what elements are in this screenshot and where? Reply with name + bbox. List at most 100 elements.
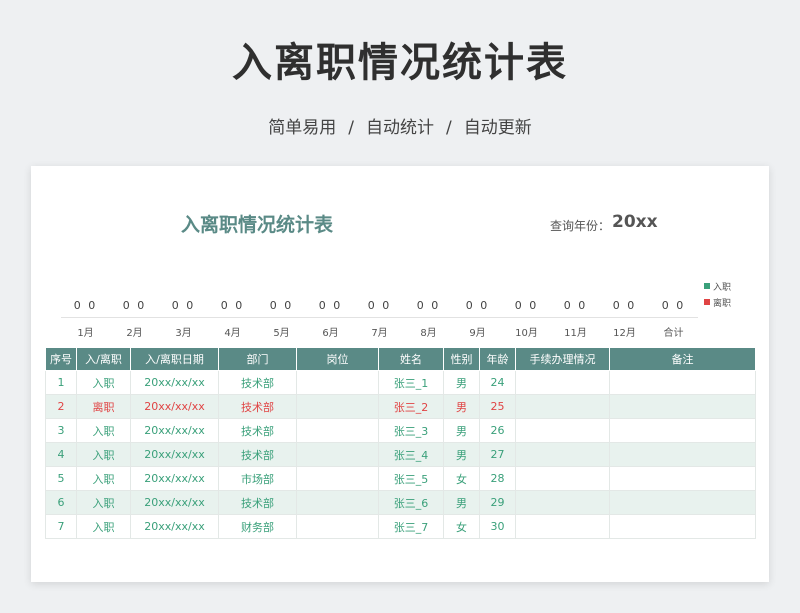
cell-post[interactable] [296,418,379,443]
header-gender: 性别 [443,348,480,371]
cell-post[interactable] [296,514,379,539]
cell-post[interactable] [296,466,379,491]
cell-type[interactable]: 入职 [76,370,131,395]
cell-name[interactable]: 张三_3 [378,418,444,443]
cell-date[interactable]: 20xx/xx/xx [130,418,219,443]
cell-post[interactable] [296,370,379,395]
cell-no[interactable]: 6 [45,490,77,515]
cell-age[interactable]: 30 [479,514,516,539]
legend-item-join: 入职 [704,278,731,294]
cell-procedure[interactable] [515,442,610,467]
summary-column: 0 0 1月 [61,296,110,340]
summary-values: 0 0 [514,299,539,312]
cell-gender[interactable]: 女 [443,514,480,539]
cell-note[interactable] [609,442,756,467]
hero-title: 入离职情况统计表 [232,40,568,86]
cell-name[interactable]: 张三_5 [378,466,444,491]
cell-name[interactable]: 张三_6 [378,490,444,515]
cell-age[interactable]: 29 [479,490,516,515]
cell-gender[interactable]: 男 [443,370,480,395]
cell-note[interactable] [609,490,756,515]
cell-date[interactable]: 20xx/xx/xx [130,394,219,419]
cell-procedure[interactable] [515,394,610,419]
cell-no[interactable]: 3 [45,418,77,443]
cell-procedure[interactable] [515,514,610,539]
cell-procedure[interactable] [515,490,610,515]
cell-type[interactable]: 入职 [76,514,131,539]
cell-note[interactable] [609,418,756,443]
cell-gender[interactable]: 男 [443,490,480,515]
cell-name[interactable]: 张三_4 [378,442,444,467]
summary-divider [502,317,551,318]
records-table: 序号 入/离职 入/离职日期 部门 岗位 姓名 性别 年龄 手续办理情况 备注 … [45,348,756,539]
cell-post[interactable] [296,442,379,467]
cell-note[interactable] [609,466,756,491]
cell-age[interactable]: 24 [479,370,516,395]
cell-no[interactable]: 1 [45,370,77,395]
summary-divider [551,317,600,318]
cell-post[interactable] [296,394,379,419]
summary-divider [257,317,306,318]
hero-tagline: 简单易用 / 自动统计 / 自动更新 [0,113,800,138]
summary-month-label: 2月 [126,328,143,339]
legend-swatch-join [704,283,710,289]
cell-dept[interactable]: 技术部 [218,418,297,443]
cell-no[interactable]: 4 [45,442,77,467]
summary-divider [110,317,159,318]
cell-note[interactable] [609,394,756,419]
header-procedure: 手续办理情况 [515,348,610,371]
cell-date[interactable]: 20xx/xx/xx [130,442,219,467]
cell-note[interactable] [609,514,756,539]
summary-column: 0 0 8月 [404,296,453,340]
cell-age[interactable]: 26 [479,418,516,443]
summary-month-label: 合计 [663,328,684,339]
cell-procedure[interactable] [515,466,610,491]
cell-name[interactable]: 张三_1 [378,370,444,395]
cell-dept[interactable]: 市场部 [218,466,297,491]
cell-no[interactable]: 5 [45,466,77,491]
cell-date[interactable]: 20xx/xx/xx [130,466,219,491]
cell-age[interactable]: 27 [479,442,516,467]
cell-type[interactable]: 离职 [76,394,131,419]
cell-dept[interactable]: 技术部 [218,394,297,419]
summary-values: 0 0 [318,299,343,312]
cell-age[interactable]: 25 [479,394,516,419]
cell-gender[interactable]: 男 [443,442,480,467]
cell-post[interactable] [296,490,379,515]
summary-divider [306,317,355,318]
cell-no[interactable]: 2 [45,394,77,419]
legend-label-join: 入职 [713,282,732,293]
summary-month-label: 4月 [224,328,241,339]
cell-dept[interactable]: 技术部 [218,490,297,515]
cell-gender[interactable]: 女 [443,466,480,491]
cell-date[interactable]: 20xx/xx/xx [130,490,219,515]
cell-type[interactable]: 入职 [76,418,131,443]
table-row: 1 入职 20xx/xx/xx 技术部 张三_1 男 24 [45,370,756,395]
cell-date[interactable]: 20xx/xx/xx [130,370,219,395]
summary-month-label: 5月 [273,328,290,339]
cell-type[interactable]: 入职 [76,442,131,467]
cell-age[interactable]: 28 [479,466,516,491]
cell-procedure[interactable] [515,370,610,395]
summary-column: 0 0 12月 [600,296,649,340]
summary-values: 0 0 [661,299,686,312]
summary-column: 0 0 5月 [257,296,306,340]
cell-no[interactable]: 7 [45,514,77,539]
cell-dept[interactable]: 技术部 [218,442,297,467]
cell-type[interactable]: 入职 [76,490,131,515]
cell-name[interactable]: 张三_2 [378,394,444,419]
cell-procedure[interactable] [515,418,610,443]
cell-gender[interactable]: 男 [443,394,480,419]
cell-dept[interactable]: 财务部 [218,514,297,539]
cell-gender[interactable]: 男 [443,418,480,443]
cell-type[interactable]: 入职 [76,466,131,491]
cell-note[interactable] [609,370,756,395]
summary-column: 0 0 11月 [551,296,600,340]
query-year-value[interactable]: 20xx [612,212,658,232]
cell-name[interactable]: 张三_7 [378,514,444,539]
summary-month-label: 9月 [469,328,486,339]
cell-date[interactable]: 20xx/xx/xx [130,514,219,539]
summary-column: 0 0 3月 [159,296,208,340]
cell-dept[interactable]: 技术部 [218,370,297,395]
summary-column: 0 0 7月 [355,296,404,340]
